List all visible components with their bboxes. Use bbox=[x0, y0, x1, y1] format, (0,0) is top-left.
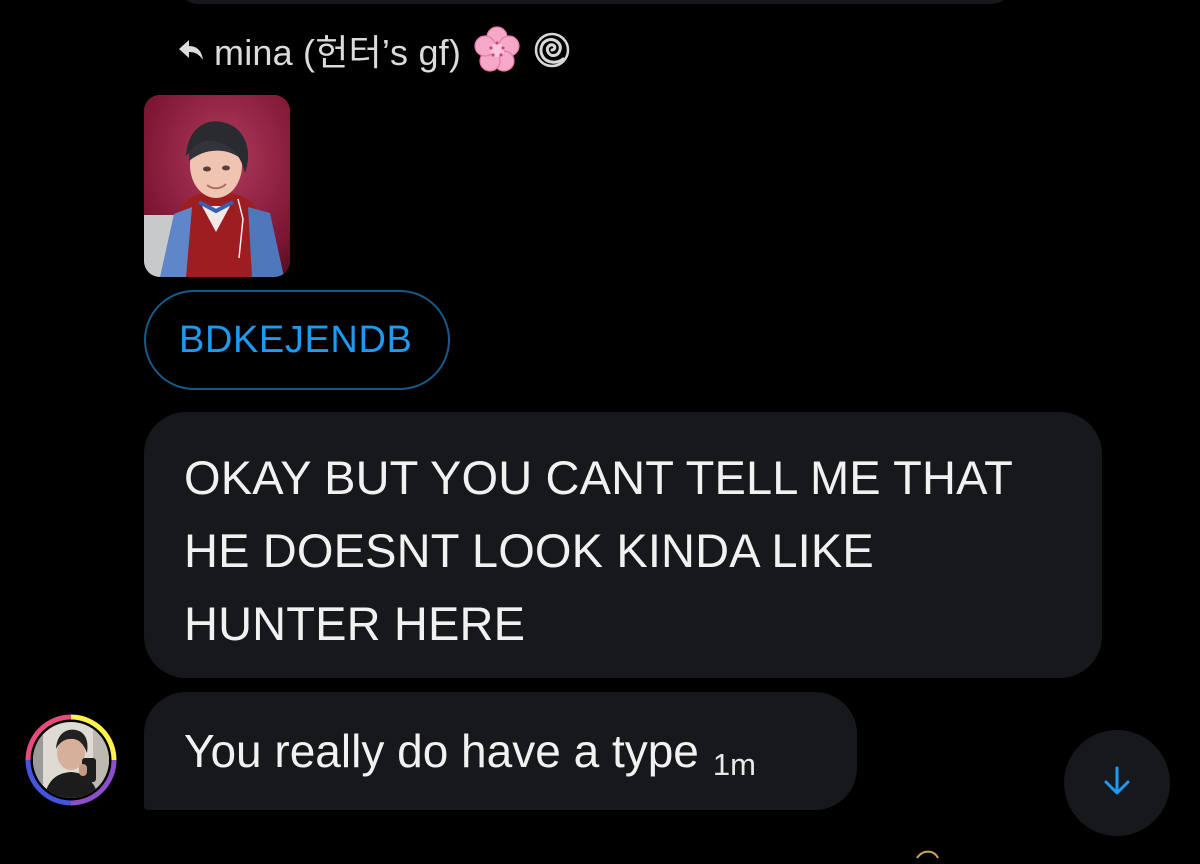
photo-image bbox=[144, 95, 290, 277]
arrow-down-icon bbox=[1100, 764, 1134, 803]
photo-attachment[interactable] bbox=[144, 95, 290, 277]
spiral-icon bbox=[533, 31, 571, 69]
message-line: OKAY BUT YOU CANT TELL ME THAT bbox=[184, 451, 1013, 504]
partial-emoji-edge bbox=[914, 846, 954, 859]
scroll-to-bottom-button[interactable] bbox=[1064, 730, 1170, 836]
link-text: BDKEJENDB bbox=[179, 318, 413, 361]
cherry-blossom-icon bbox=[473, 26, 521, 74]
message-line: HE DOESNT LOOK KINDA LIKE bbox=[184, 524, 874, 577]
message-bubble[interactable]: OKAY BUT YOU CANT TELL ME THAT HE DOESNT… bbox=[144, 412, 1102, 678]
reply-arrow-icon bbox=[176, 36, 206, 64]
reply-label: mina (헌터’s gf) bbox=[214, 32, 462, 73]
reply-context[interactable]: mina (헌터’s gf) bbox=[176, 26, 571, 74]
message-text: You really do have a type bbox=[184, 725, 699, 777]
link-button[interactable]: BDKEJENDB bbox=[144, 290, 450, 390]
previous-message-edge bbox=[180, 0, 1010, 4]
message-time: 1m bbox=[712, 747, 756, 782]
message-line: HUNTER HERE bbox=[184, 597, 526, 650]
latest-message-bubble[interactable]: You really do have a type 1m bbox=[144, 692, 857, 810]
avatar[interactable] bbox=[25, 714, 117, 806]
